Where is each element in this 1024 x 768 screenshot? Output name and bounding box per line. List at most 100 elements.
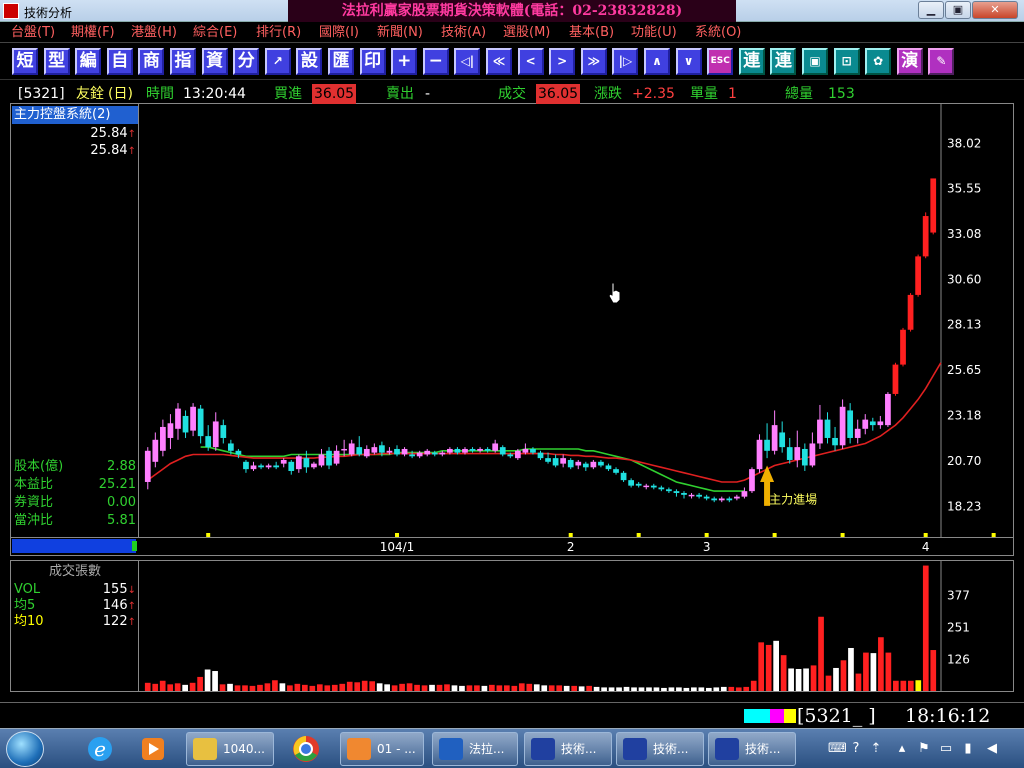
data-button[interactable]: 資 <box>201 48 228 75</box>
price-chart-pane[interactable]: 38.02 35.55 33.08 30.60 28.13 25.65 23.18 20.70… <box>10 104 1014 556</box>
task-folder[interactable]: 1040... <box>186 732 274 766</box>
task-tech-2[interactable]: 技術... <box>616 732 704 766</box>
menu-item-11[interactable]: 功能(U) <box>628 24 680 41</box>
index-button[interactable]: 指 <box>170 48 196 75</box>
arrow-icon[interactable]: ⇡ <box>868 741 884 757</box>
volume-bar <box>646 687 652 691</box>
x-tick-label: 104/1 <box>380 540 415 554</box>
window-icon[interactable]: ▣ <box>802 48 828 75</box>
network-icon[interactable]: ▮ <box>960 741 976 757</box>
indicator-title[interactable]: 主力控盤系統(2) <box>12 106 138 124</box>
task-doc[interactable]: 01 - ... <box>340 732 424 766</box>
zoom-out-button[interactable]: − <box>422 48 449 75</box>
close-button[interactable]: ✕ <box>972 1 1018 19</box>
menu-item-4[interactable]: 綜合(E) <box>190 24 240 41</box>
candle <box>801 443 808 471</box>
x-tick-label: 4 <box>922 540 930 554</box>
volume-bar <box>870 653 877 691</box>
forward-icon[interactable]: > <box>549 48 576 75</box>
volume-series-value: 122↑ <box>102 614 136 629</box>
print-button[interactable]: 印 <box>359 48 386 75</box>
commodity-button[interactable]: 商 <box>138 48 165 75</box>
export-button[interactable]: 匯 <box>328 48 354 75</box>
fast-back-icon[interactable]: ≪ <box>486 48 512 75</box>
candle <box>167 414 174 449</box>
esc-icon[interactable]: ESC <box>707 48 734 75</box>
indicator-panel: 主力控盤系統(2) 主力成本 25.84↑ 主力成本 25.84↑ 股本(億) 2… <box>11 104 139 537</box>
keyboard-icon[interactable]: ⌨ <box>828 741 847 757</box>
scroll-thumb <box>132 541 137 551</box>
price-chart[interactable]: 38.02 35.55 33.08 30.60 28.13 25.65 23.18 20.70… <box>11 104 1013 554</box>
show-hidden-icon[interactable]: ▴ <box>894 741 910 757</box>
menu-item-1[interactable]: 台盤(T) <box>8 24 58 41</box>
menu-item-7[interactable]: 新聞(N) <box>374 24 426 41</box>
fan-icon[interactable]: ✿ <box>865 48 892 75</box>
task-tech-1[interactable]: 技術... <box>524 732 612 766</box>
menu-bar: 台盤(T) 期權(F) 港盤(H) 綜合(E) 排行(R) 國際(I) 新聞(N) 技術(A)… <box>0 22 1024 43</box>
date-marker <box>923 533 928 537</box>
volume-bar <box>287 685 293 691</box>
help-icon[interactable]: ? <box>848 741 864 757</box>
last-icon[interactable]: |▷ <box>612 48 639 75</box>
pattern-button[interactable]: 型 <box>43 48 70 75</box>
volume-chart[interactable]: 377 251 126 <box>11 561 1013 691</box>
menu-item-12[interactable]: 系統(O) <box>692 24 744 41</box>
task-ferrari[interactable]: 法拉... <box>432 732 518 766</box>
volume-bar <box>294 683 301 691</box>
start-button[interactable] <box>6 731 44 767</box>
zoom-in-button[interactable]: + <box>391 48 418 75</box>
up-arrow-icon: ↑ <box>127 601 136 612</box>
volume-bar <box>855 673 862 691</box>
volume-bar <box>518 683 525 691</box>
candle <box>288 459 295 475</box>
chrome-icon[interactable] <box>286 732 326 766</box>
volume-chart-pane[interactable]: 377 251 126 成交張數 VOL 155↓ 均5 146↑ 均10 122↑ <box>10 560 1014 692</box>
stock-code-input[interactable]: [5321_ ] <box>797 706 903 727</box>
menu-item-3[interactable]: 港盤(H) <box>128 24 180 41</box>
volume-icon[interactable]: ◀ <box>984 741 1000 757</box>
volume-bar <box>788 668 794 691</box>
volume-bar <box>444 684 450 691</box>
task-tech-3[interactable]: 技術... <box>708 732 796 766</box>
task-label: 技術... <box>561 742 597 756</box>
volume-bar <box>406 683 413 691</box>
title-bar[interactable]: 技術分析 法拉利贏家股票期貨決策軟體(電話：02-23832828) ▁ ▣ ✕ <box>0 0 1024 22</box>
first-icon[interactable]: ◁| <box>454 48 481 75</box>
maximize-button[interactable]: ▣ <box>945 1 971 19</box>
menu-item-8[interactable]: 技術(A) <box>438 24 489 41</box>
menu-item-9[interactable]: 選股(M) <box>500 24 553 41</box>
edit-button[interactable]: 編 <box>75 48 102 75</box>
up-icon[interactable]: ∧ <box>644 48 670 75</box>
menu-item-10[interactable]: 基本(B) <box>566 24 617 41</box>
candle <box>764 423 770 459</box>
trend-icon[interactable]: ↗ <box>264 48 291 75</box>
candle <box>205 425 212 451</box>
volume-bar <box>803 668 809 691</box>
candle <box>318 448 325 468</box>
custom-button[interactable]: 自 <box>106 48 133 75</box>
display-icon[interactable]: ▭ <box>938 741 954 757</box>
task-app-icon <box>347 738 371 760</box>
minimize-button[interactable]: ▁ <box>918 1 944 19</box>
menu-item-2[interactable]: 期權(F) <box>68 24 118 41</box>
volume-bar <box>414 684 420 691</box>
link-button[interactable]: 連 <box>738 48 765 75</box>
back-icon[interactable]: < <box>517 48 544 75</box>
candle <box>311 461 317 470</box>
flag-icon[interactable]: ⚑ <box>916 741 932 757</box>
lock-icon[interactable]: ⊡ <box>833 48 860 75</box>
down-icon[interactable]: ∨ <box>675 48 702 75</box>
menu-item-5[interactable]: 排行(R) <box>253 24 304 41</box>
ie-icon[interactable]: e <box>80 732 120 766</box>
volume-bar <box>227 683 233 691</box>
volume-bar <box>623 686 630 691</box>
short-button[interactable]: 短 <box>12 48 38 75</box>
link2-button[interactable]: 連 <box>770 48 797 75</box>
minute-button[interactable]: 分 <box>233 48 260 75</box>
fast-forward-icon[interactable]: ≫ <box>580 48 607 75</box>
pen-icon[interactable]: ✎ <box>928 48 955 75</box>
demo-button[interactable]: 演 <box>896 48 923 75</box>
menu-item-6[interactable]: 國際(I) <box>316 24 362 41</box>
media-player-icon[interactable] <box>132 732 172 766</box>
settings-button[interactable]: 設 <box>296 48 323 75</box>
